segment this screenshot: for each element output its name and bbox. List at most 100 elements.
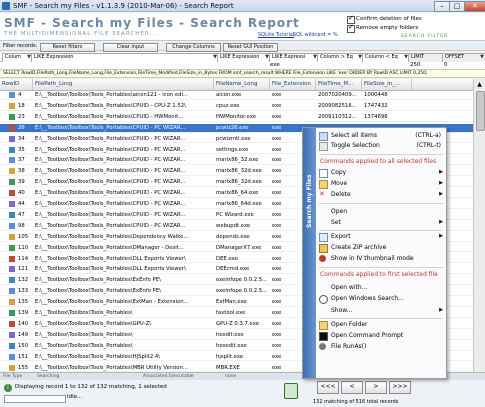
close-button[interactable]: ✕ xyxy=(464,1,485,12)
menu-item-runas[interactable]: File RunAs() xyxy=(317,342,447,351)
table-cell: cpuz.exe xyxy=(216,102,240,109)
sqlite-tutorial-link[interactable]: SQLite Tutorial xyxy=(258,32,294,38)
scroll-up-icon[interactable]: ▲ xyxy=(475,80,484,89)
table-cell: marlx86_64d.exe xyxy=(216,201,262,207)
reset-gui-position-button[interactable]: Reset GUI Position xyxy=(223,43,278,52)
menu-item-select-all[interactable]: Select all items (CTRL-a) xyxy=(317,131,447,141)
table-cell: 98 xyxy=(18,222,25,229)
menu-separator xyxy=(319,154,443,155)
limit-input[interactable]: 250 xyxy=(410,62,421,68)
search-filter-label: SEARCH FILTER xyxy=(401,34,449,39)
file-type-icon xyxy=(9,353,15,360)
delete-label: Delete xyxy=(331,191,351,198)
file-type-icon xyxy=(9,299,15,306)
table-cell: E:\__Toolbox\Toolbox\Tools_Portables\CPU… xyxy=(35,168,186,175)
table-cell: 38 xyxy=(18,168,25,175)
column-header[interactable]: RowID xyxy=(0,79,33,90)
menu-item-open-with[interactable]: Open with... xyxy=(317,283,447,292)
select-all-icon xyxy=(319,132,328,141)
menu-separator xyxy=(319,318,443,319)
search-icon xyxy=(319,295,328,304)
table-cell: 1747432 xyxy=(364,102,388,109)
menu-item-toggle-selection[interactable]: Toggle Selection (CTRL-t) xyxy=(317,141,447,151)
menu-item-export[interactable]: Export ▶ xyxy=(317,232,447,242)
toggle-selection-shortcut: (CTRL-t) xyxy=(416,142,441,149)
submenu-arrow-icon: ▶ xyxy=(439,191,443,197)
file-type-icon xyxy=(9,288,15,295)
table-row[interactable]: 4 E:\__Toolbox\Toolbox\Tools_Portables\ai… xyxy=(0,91,473,100)
submenu-arrow-icon: ▶ xyxy=(439,233,443,239)
move-icon xyxy=(319,180,328,189)
menu-item-open-folder[interactable]: Open Folder xyxy=(317,320,447,330)
change-columns-button[interactable]: Change Columns xyxy=(166,43,221,52)
table-cell: 150 xyxy=(18,342,29,349)
extension-filter-input[interactable]: exe xyxy=(270,62,280,68)
table-cell: E:\__Toolbox\Toolbox\Tools_Portables\CPU… xyxy=(35,146,186,153)
table-cell: E:\__Toolbox\Toolbox\Tools_Portables\CPU… xyxy=(35,113,184,120)
menu-item-set[interactable]: Set ▶ xyxy=(317,218,447,227)
menu-item-delete[interactable]: ✕ Delete ▶ xyxy=(317,190,447,199)
menu-item-command-prompt[interactable]: Open Command Prompt xyxy=(317,331,447,341)
table-cell: DManagerX7.exe xyxy=(216,244,262,251)
table-cell: pcwizmtl.exe xyxy=(216,135,251,142)
table-cell: E:\__Toolbox\Toolbox\Tools_Portables\ xyxy=(35,342,133,349)
irfanview-label: Show in IV thumbnail mode xyxy=(331,255,414,262)
submenu-arrow-icon: ▶ xyxy=(439,169,443,175)
last-page-button[interactable]: >>> xyxy=(389,381,411,394)
table-cell: exeinfope 0.0.2.5... xyxy=(216,288,268,295)
tab-associated-executable[interactable]: Associated Executable xyxy=(143,374,194,379)
column-header[interactable]: FileName_Long xyxy=(214,79,270,90)
table-cell: E:\__Toolbox\Toolbox\Tools_Portables\CPU… xyxy=(35,211,186,218)
column-header[interactable]: FileTime_M... xyxy=(316,79,362,90)
table-cell: aicon.exe xyxy=(216,92,242,98)
menu-item-irfanview-thumbnails[interactable]: Show in IV thumbnail mode xyxy=(317,254,447,263)
submenu-arrow-icon: ▶ xyxy=(439,180,443,186)
table-row[interactable]: 23 E:\__Toolbox\Toolbox\Tools_Portables\C… xyxy=(0,113,473,122)
table-row[interactable]: 18 E:\__Toolbox\Toolbox\Tools_Portables\C… xyxy=(0,102,473,111)
file-type-icon xyxy=(9,168,15,175)
filter-toolbar: Filter records: Reset filters Clear inpu… xyxy=(0,42,485,52)
minimize-button[interactable]: – xyxy=(434,1,450,12)
file-type-icon xyxy=(9,201,15,207)
file-type-icon xyxy=(9,244,15,251)
maximize-button[interactable]: □ xyxy=(449,1,465,12)
matching-records-text: 132 matching of 516 total records xyxy=(313,399,399,405)
tab-searching[interactable]: Searching xyxy=(37,374,59,379)
sql-query-line: SELECT RowID,FilePath_Long,FileName_Long… xyxy=(0,70,485,78)
menu-item-copy[interactable]: Copy ▶ xyxy=(317,168,447,178)
like-expression-2-value: LIKE Expression xyxy=(220,54,260,60)
table-cell: 26 xyxy=(18,124,25,131)
menu-item-windows-search[interactable]: Open Windows Search... xyxy=(317,294,447,304)
menu-item-show[interactable]: Show... ▶ xyxy=(317,306,447,315)
first-page-button[interactable]: <<< xyxy=(317,381,339,394)
scrollbar-thumb[interactable] xyxy=(476,91,485,131)
remove-empty-folders-checkbox[interactable] xyxy=(347,23,355,33)
table-cell: DEEcmd.exe xyxy=(216,266,250,273)
tab-file-type[interactable]: File Type xyxy=(3,374,22,379)
menu-item-open[interactable]: Open xyxy=(317,207,447,216)
file-type-icon xyxy=(9,135,15,142)
app-icon xyxy=(2,2,10,10)
column-header[interactable]: FilePath_Long xyxy=(33,79,214,90)
vertical-scrollbar[interactable]: ▲ ▼ xyxy=(473,79,485,396)
export-label: Export xyxy=(331,233,351,240)
chevron-down-icon: ▼ xyxy=(480,54,484,60)
file-type-icon xyxy=(9,222,15,229)
next-page-button[interactable]: > xyxy=(365,381,387,394)
window-title: SMF - Search my Files - v1.1.3.9 (2010-M… xyxy=(13,2,234,10)
recycle-bin-icon[interactable] xyxy=(284,383,298,399)
move-label: Move xyxy=(331,180,348,187)
clear-input-button[interactable]: Clear input xyxy=(103,43,158,52)
menu-item-create-zip[interactable]: Create ZIP archive xyxy=(317,243,447,253)
previous-page-button[interactable]: < xyxy=(341,381,363,394)
select-all-shortcut: (CTRL-a) xyxy=(415,132,441,139)
table-cell: marlx86_64.exe xyxy=(216,190,259,197)
table-cell: 44 xyxy=(18,201,25,207)
column-header[interactable]: FileSize_in_... xyxy=(362,79,412,90)
menu-item-move[interactable]: Move ▶ xyxy=(317,179,447,189)
table-cell: 1000448 xyxy=(364,92,388,98)
folder-icon xyxy=(319,321,328,330)
reset-filters-button[interactable]: Reset filters xyxy=(40,43,95,52)
column-header[interactable]: File_Extension xyxy=(270,79,316,90)
offset-input[interactable]: 0 xyxy=(444,62,448,68)
